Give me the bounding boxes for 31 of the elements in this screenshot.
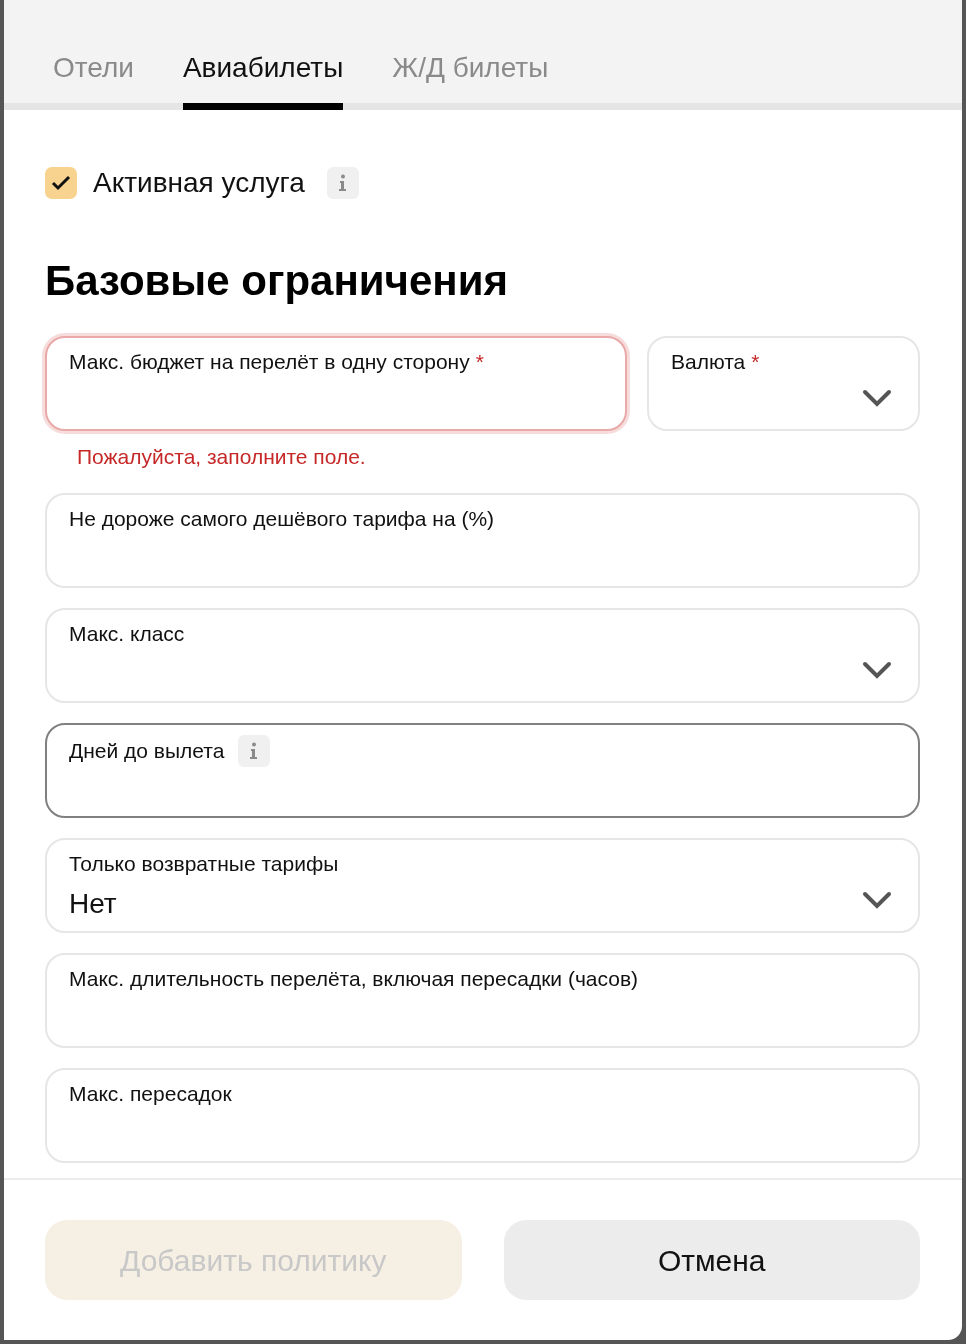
- select-field[interactable]: Только возвратные тарифы Нет: [45, 837, 920, 933]
- select-field[interactable]: Макс. класс: [45, 607, 920, 703]
- field-label: Макс. длительность перелёта, включая пересадки (часов): [69, 965, 639, 992]
- field-label: Макс. класс: [69, 620, 185, 647]
- field-label: Не дороже самого дешёвого тарифа на (%): [69, 505, 495, 532]
- field-label: Валюта: [671, 349, 746, 376]
- field-label: Макс. пересадок: [69, 1080, 232, 1107]
- input-field[interactable]: Макс. пересадок: [45, 1067, 920, 1163]
- chevron-down-icon: [862, 389, 892, 408]
- input-field[interactable]: Дней до вылета: [45, 722, 920, 818]
- chevron-down-icon: [862, 660, 892, 679]
- required-mark: *: [751, 349, 760, 376]
- checkbox[interactable]: [45, 167, 77, 199]
- field-label: Дней до вылета: [69, 738, 225, 765]
- tab[interactable]: Авиабилеты: [182, 51, 344, 110]
- cancel-button[interactable]: Отмена: [503, 1220, 920, 1300]
- checkbox-label: Активная услуга: [93, 166, 305, 200]
- field-label: Только возвратные тарифы: [69, 850, 339, 877]
- section-title: Базовые ограничения: [45, 256, 510, 306]
- select-field[interactable]: Валюта *: [647, 336, 920, 432]
- input-field[interactable]: Макс. бюджет на перелёт в одну сторону *: [45, 336, 627, 432]
- required-mark: *: [475, 349, 484, 376]
- checkmark-icon: [51, 175, 71, 191]
- field-label: Макс. бюджет на перелёт в одну сторону: [69, 349, 470, 376]
- info-icon[interactable]: [238, 734, 271, 767]
- error-message: Пожалуйста, заполните поле.: [77, 444, 367, 471]
- info-icon[interactable]: [326, 167, 359, 199]
- field-value: Нет: [69, 887, 117, 922]
- input-field[interactable]: Макс. длительность перелёта, включая пересадки (часов): [45, 952, 920, 1048]
- chevron-down-icon: [862, 890, 892, 909]
- input-field[interactable]: Не дороже самого дешёвого тарифа на (%): [45, 492, 920, 588]
